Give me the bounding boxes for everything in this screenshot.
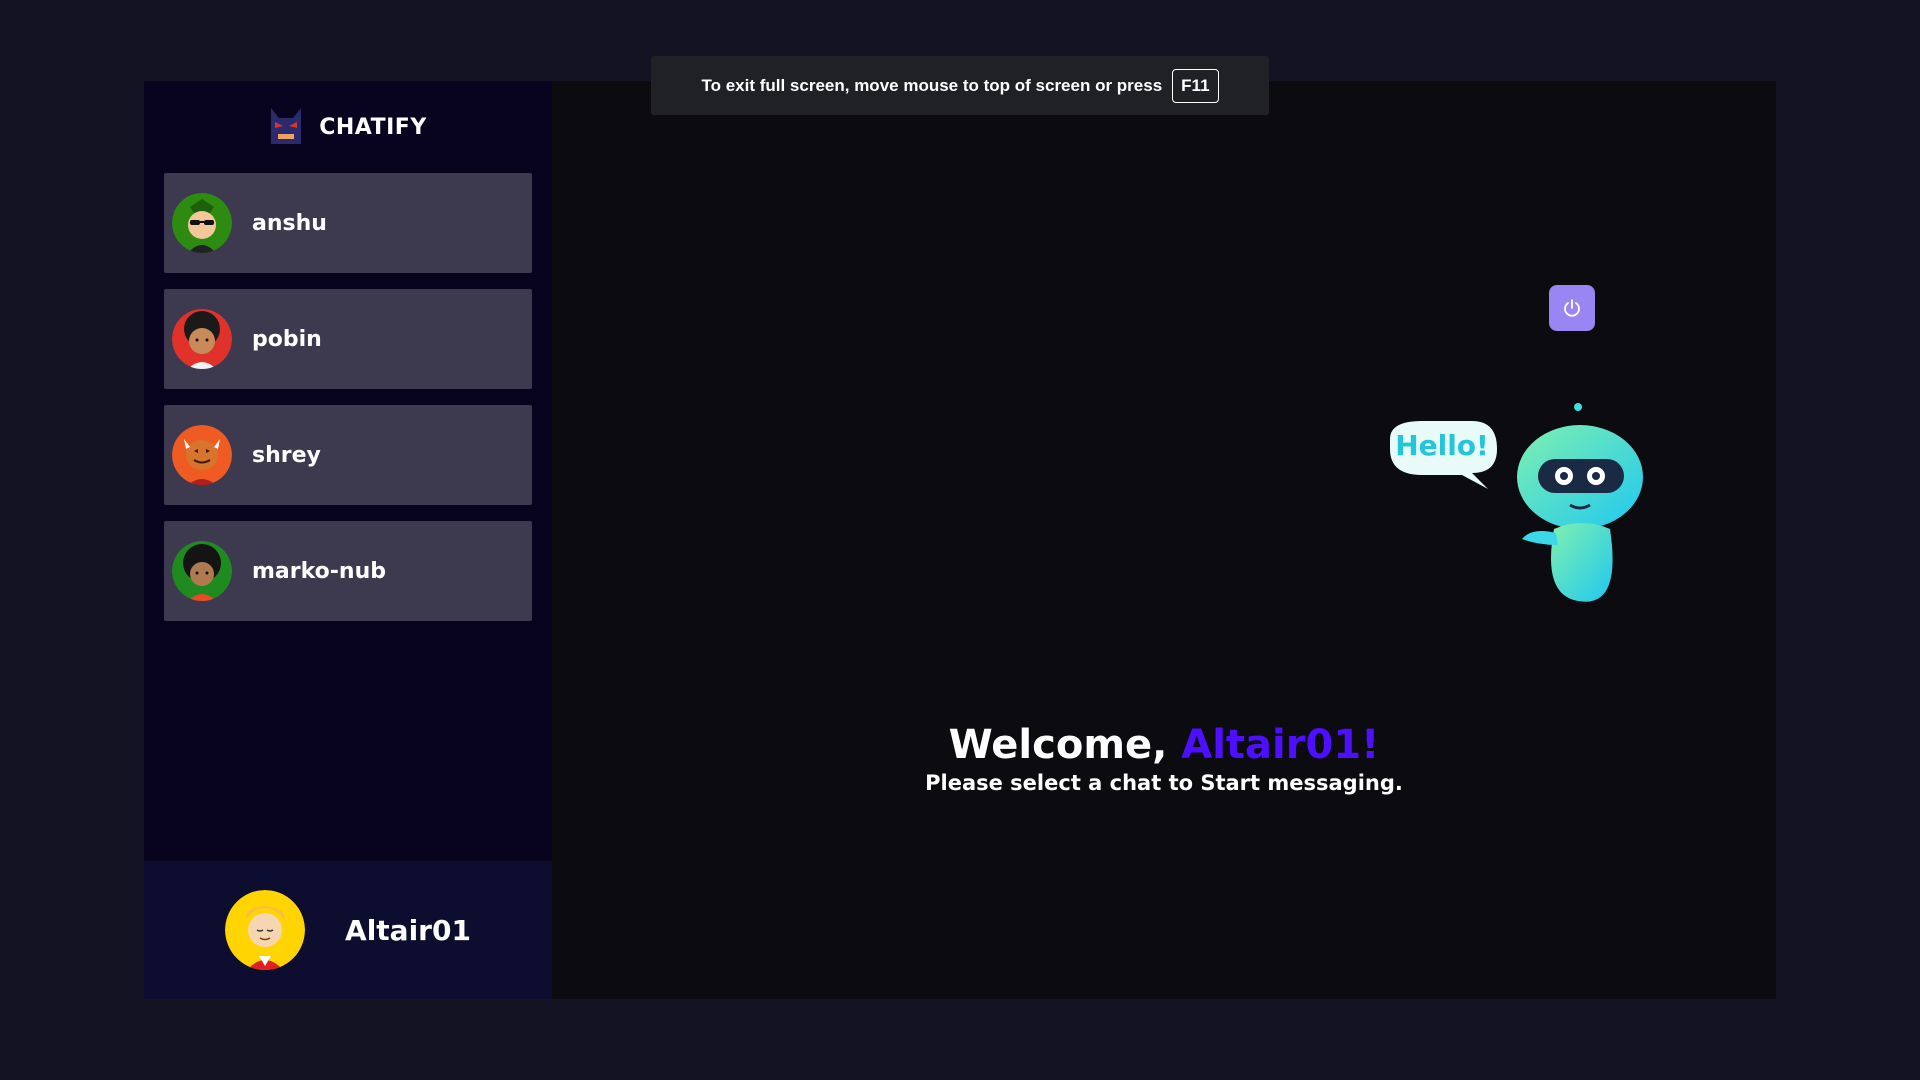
logout-button[interactable] [1549, 285, 1595, 331]
contact-item-anshu[interactable]: anshu [164, 173, 532, 273]
brand-name: CHATIFY [319, 114, 427, 140]
avatar-pumpkin-icon [172, 425, 232, 485]
contact-item-shrey[interactable]: shrey [164, 405, 532, 505]
chat-welcome-area: Hello! Welcome, Altair01! Please select … [552, 81, 1776, 999]
fullscreen-key-badge: F11 [1172, 68, 1219, 103]
avatar-curly-hair-icon [172, 309, 232, 369]
welcome-message: Welcome, Altair01! Please select a chat … [552, 721, 1776, 797]
speech-bubble: Hello! [1390, 421, 1497, 489]
avatar-sunglasses-icon [172, 193, 232, 253]
current-user-name: Altair01 [345, 913, 471, 947]
masked-face-logo-icon [271, 108, 302, 144]
contact-name: shrey [252, 442, 321, 468]
speech-bubble-text: Hello! [1395, 429, 1489, 462]
brand-header: CHATIFY [144, 81, 552, 173]
contact-name: anshu [252, 210, 327, 236]
fullscreen-notice: To exit full screen, move mouse to top o… [651, 56, 1269, 115]
contact-item-marko-nub[interactable]: marko-nub [164, 521, 532, 621]
robot-illustration: Hello! [1390, 403, 1643, 602]
welcome-subtitle: Please select a chat to Start messaging. [925, 771, 1403, 795]
chat-app-container: CHATIFY anshu pobin shrey marko-nub Alta… [144, 81, 1776, 999]
contact-name: marko-nub [252, 558, 386, 584]
welcome-prefix: Welcome, [948, 722, 1182, 768]
contacts-sidebar: CHATIFY anshu pobin shrey marko-nub Alta… [144, 81, 552, 999]
current-user-panel: Altair01 [144, 861, 552, 999]
avatar-blond-icon [225, 890, 306, 970]
contact-name: pobin [252, 326, 322, 352]
fullscreen-notice-message: To exit full screen, move mouse to top o… [701, 75, 1163, 95]
contact-item-pobin[interactable]: pobin [164, 289, 532, 389]
welcome-heading: Welcome, Altair01! [552, 721, 1776, 769]
welcome-username: Altair01! [1181, 722, 1380, 768]
avatar-afro-icon [172, 541, 232, 601]
contact-list: anshu pobin shrey marko-nub [144, 173, 552, 621]
power-icon [1564, 299, 1580, 317]
